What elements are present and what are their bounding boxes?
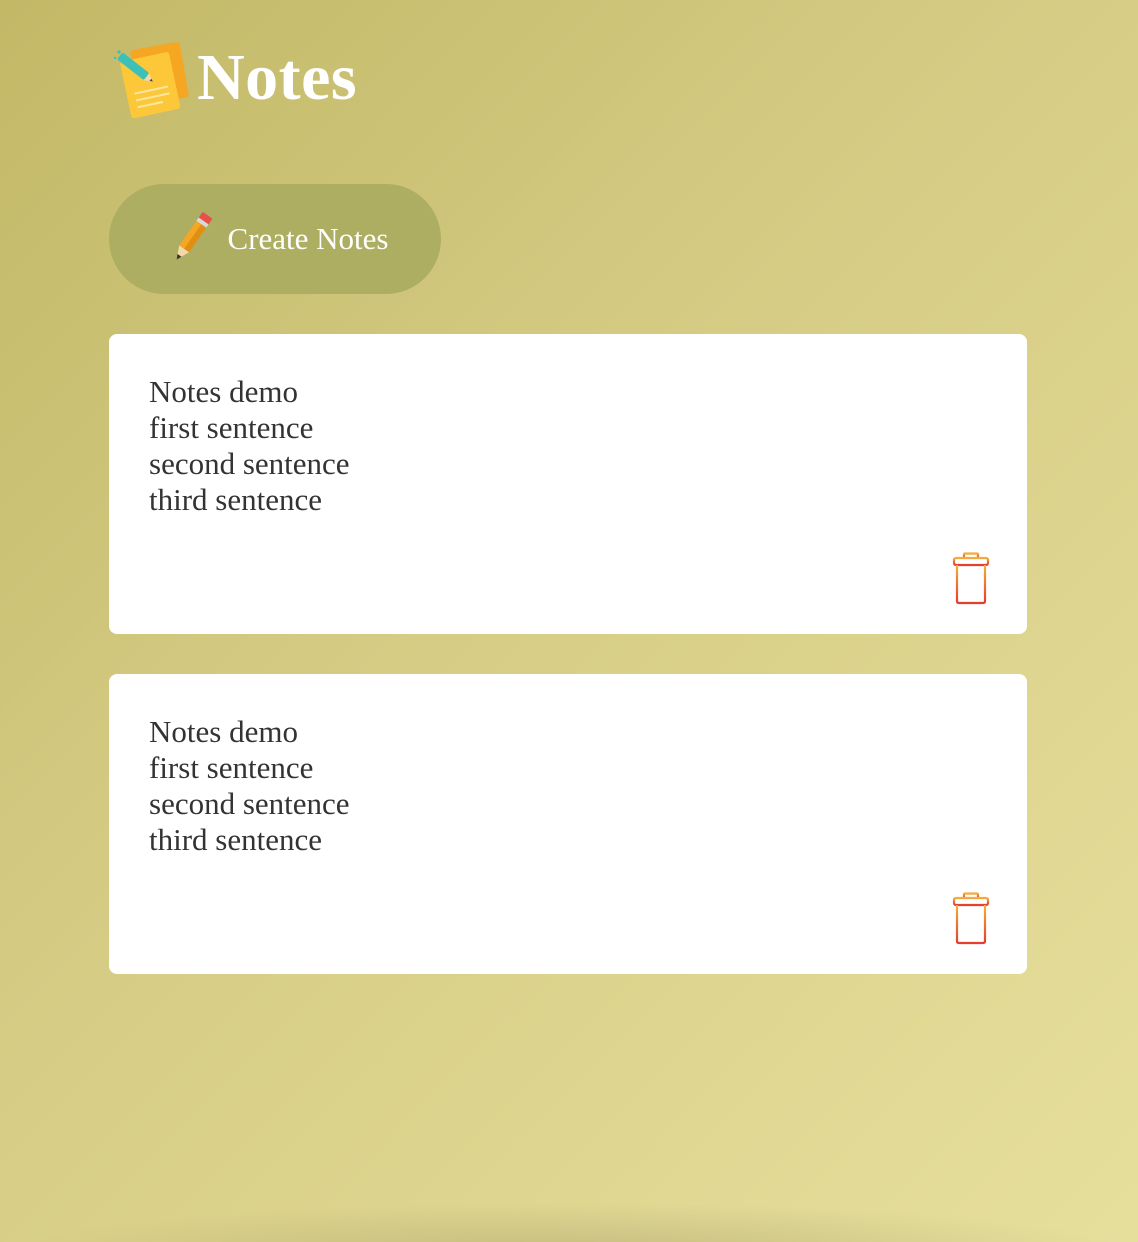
delete-note-button[interactable] bbox=[951, 892, 991, 946]
app-header: Notes bbox=[113, 38, 358, 119]
note-text[interactable]: Notes demo first sentence second sentenc… bbox=[149, 714, 947, 858]
note-text[interactable]: Notes demo first sentence second sentenc… bbox=[149, 374, 947, 518]
app-title: Notes bbox=[197, 41, 358, 114]
create-notes-button[interactable]: Create Notes bbox=[109, 184, 441, 294]
create-notes-label: Create Notes bbox=[227, 221, 389, 256]
note-card: Notes demo first sentence second sentenc… bbox=[109, 674, 1027, 974]
trash-icon bbox=[951, 892, 991, 949]
note-card: Notes demo first sentence second sentenc… bbox=[109, 334, 1027, 634]
delete-note-button[interactable] bbox=[951, 552, 991, 606]
bottom-shadow bbox=[0, 1202, 1138, 1242]
notes-list: Notes demo first sentence second sentenc… bbox=[109, 334, 1027, 1014]
trash-icon bbox=[951, 552, 991, 609]
pencil-icon bbox=[168, 212, 214, 266]
sticky-notes-icon bbox=[113, 38, 193, 119]
